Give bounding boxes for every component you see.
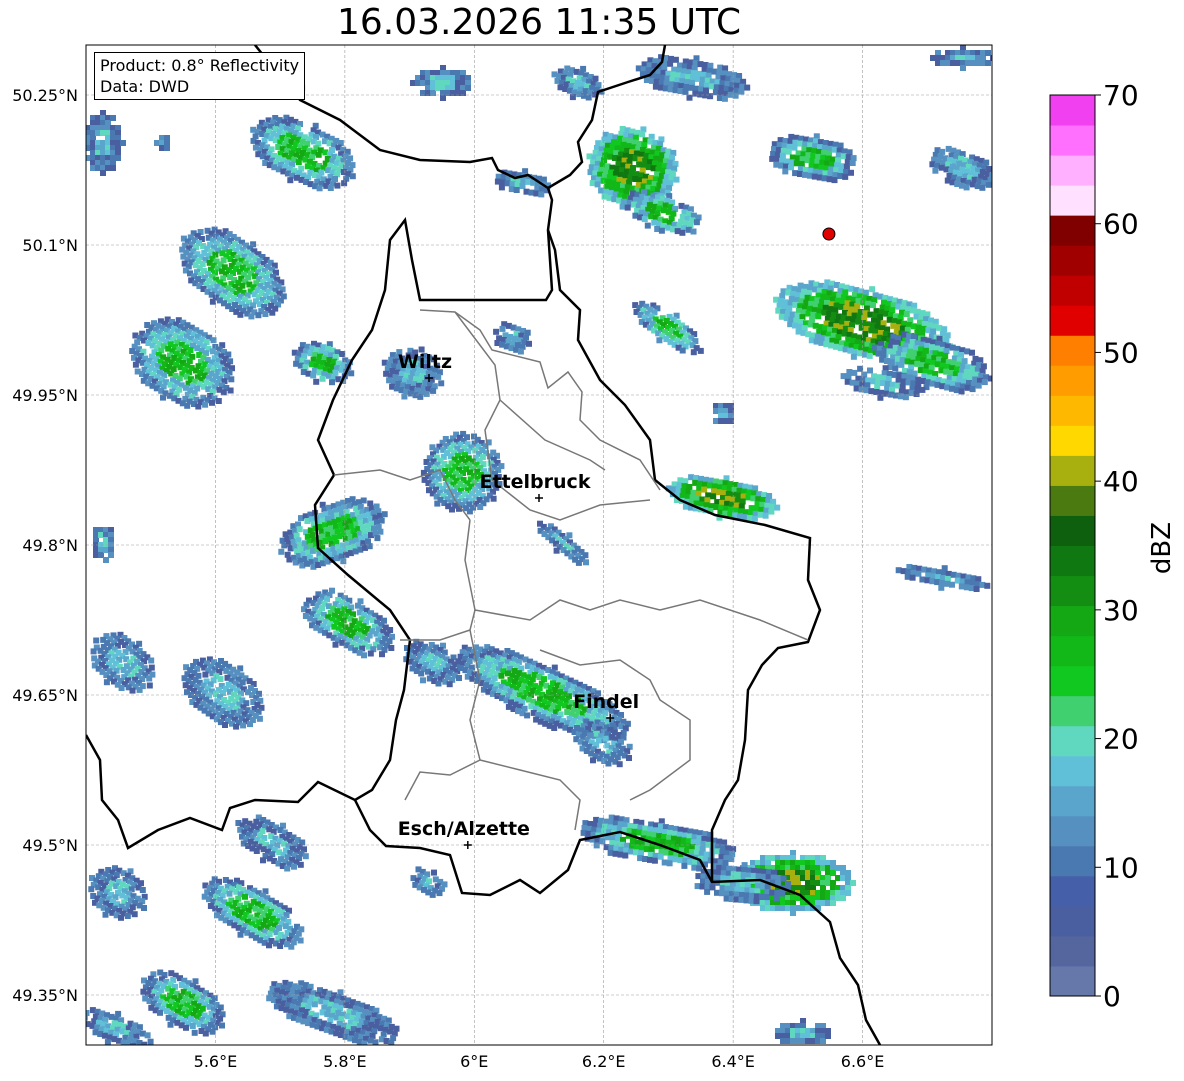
product-info-box: Product: 0.8° Reflectivity Data: DWD bbox=[94, 52, 306, 100]
data-source-label: Data: DWD bbox=[100, 77, 190, 96]
lat-tick-label: 49.5°N bbox=[22, 836, 78, 855]
city-label: Wiltz bbox=[398, 351, 452, 373]
colorbar-segment bbox=[1050, 395, 1095, 426]
colorbar-segment bbox=[1050, 95, 1095, 126]
colorbar-segment bbox=[1050, 605, 1095, 637]
colorbar-segment bbox=[1050, 185, 1095, 216]
colorbar-segment bbox=[1050, 215, 1095, 246]
colorbar-tick-label: 10 bbox=[1103, 851, 1139, 884]
lat-tick-label: 49.8°N bbox=[22, 536, 78, 555]
city-label: Esch/Alzette bbox=[398, 818, 530, 840]
colorbar-segment bbox=[1050, 575, 1095, 607]
colorbar-tick-label: 50 bbox=[1103, 336, 1139, 369]
colorbar-segment bbox=[1050, 755, 1095, 787]
colorbar-segment bbox=[1050, 815, 1095, 847]
colorbar-tick-label: 40 bbox=[1103, 465, 1139, 498]
lat-tick-label: 50.25°N bbox=[12, 86, 78, 105]
lat-tick-label: 49.65°N bbox=[12, 686, 78, 705]
lat-tick-label: 50.1°N bbox=[22, 236, 78, 255]
radar-site-marker[interactable] bbox=[822, 227, 836, 241]
colorbar-tick-label: 30 bbox=[1103, 594, 1139, 627]
colorbar-segment bbox=[1050, 425, 1095, 456]
radar-figure: Wiltz Ettelbruck Findel Esch/Alzette 50.25°… bbox=[12, 44, 1177, 1071]
colorbar-segment bbox=[1050, 635, 1095, 667]
lon-tick-label: 6.2°E bbox=[582, 1052, 626, 1071]
colorbar-tick-label: 0 bbox=[1103, 980, 1121, 1013]
colorbar-segment bbox=[1050, 845, 1095, 877]
city-label: Findel bbox=[573, 691, 639, 713]
colorbar-segment bbox=[1050, 665, 1095, 697]
colorbar-segment bbox=[1050, 365, 1095, 396]
lon-tick-label: 6.6°E bbox=[841, 1052, 885, 1071]
lon-tick-label: 5.6°E bbox=[194, 1052, 238, 1071]
lon-tick-label: 6°E bbox=[460, 1052, 488, 1071]
colorbar: 0 10 20 30 40 50 60 70 dBZ bbox=[1049, 79, 1177, 1013]
colorbar-tick-label: 60 bbox=[1103, 208, 1139, 241]
colorbar-segment bbox=[1050, 125, 1095, 156]
colorbar-segment bbox=[1050, 275, 1095, 306]
city-label: Ettelbruck bbox=[480, 471, 591, 493]
colorbar-segment bbox=[1050, 965, 1095, 997]
colorbar-segment bbox=[1050, 695, 1095, 727]
colorbar-segment bbox=[1050, 875, 1095, 907]
lat-tick-label: 49.95°N bbox=[12, 386, 78, 405]
lat-tick-label: 49.35°N bbox=[12, 986, 78, 1005]
colorbar-segment bbox=[1050, 485, 1095, 516]
colorbar-label: dBZ bbox=[1147, 522, 1177, 574]
colorbar-segment bbox=[1050, 545, 1095, 577]
lon-tick-label: 5.8°E bbox=[323, 1052, 367, 1071]
colorbar-segment bbox=[1050, 305, 1095, 336]
colorbar-segment bbox=[1050, 515, 1095, 546]
colorbar-segment bbox=[1050, 725, 1095, 757]
colorbar-segment bbox=[1050, 905, 1095, 937]
colorbar-segment bbox=[1050, 455, 1095, 486]
colorbar-segment bbox=[1050, 785, 1095, 817]
map-area[interactable]: Wiltz Ettelbruck Findel Esch/Alzette bbox=[72, 45, 997, 1049]
colorbar-tick-label: 70 bbox=[1103, 79, 1139, 112]
colorbar-segment bbox=[1050, 155, 1095, 186]
colorbar-segment bbox=[1050, 245, 1095, 276]
colorbar-tick-label: 20 bbox=[1103, 723, 1139, 756]
colorbar-segment bbox=[1050, 335, 1095, 366]
colorbar-segment bbox=[1050, 935, 1095, 967]
product-label: Product: 0.8° Reflectivity bbox=[100, 56, 300, 75]
lon-tick-label: 6.4°E bbox=[711, 1052, 755, 1071]
